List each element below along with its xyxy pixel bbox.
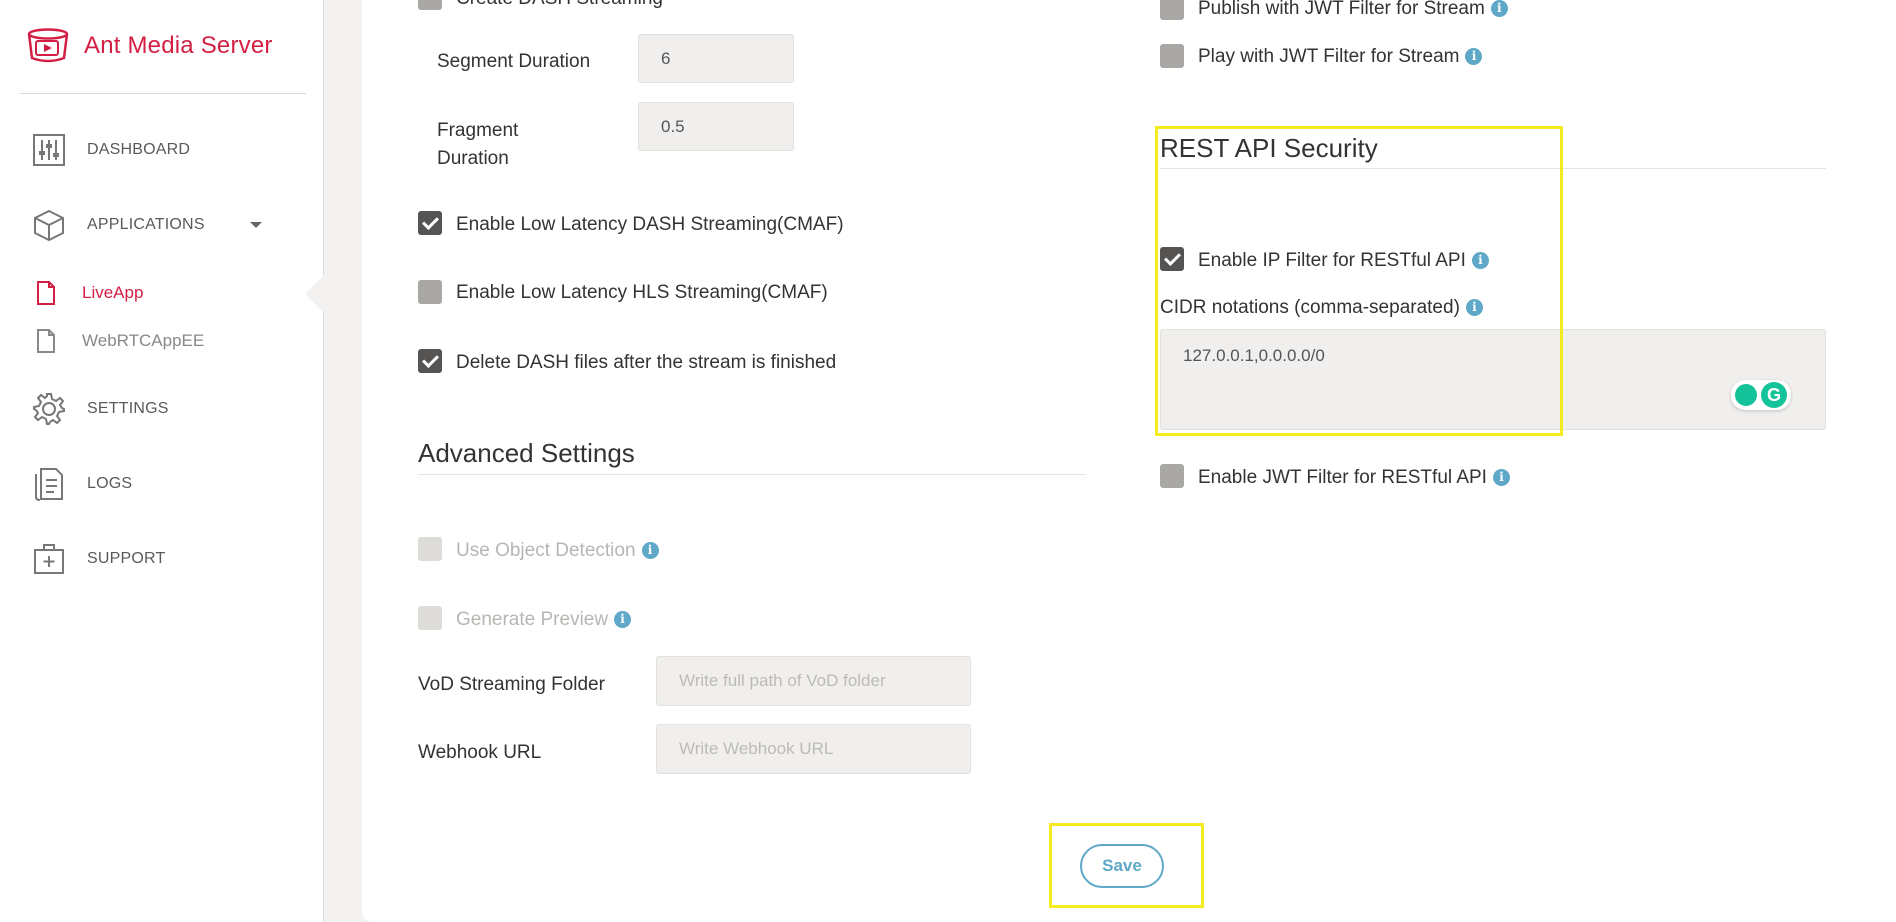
active-indicator	[305, 274, 325, 314]
box-icon	[30, 206, 68, 244]
fragment-duration-input[interactable]: 0.5	[638, 102, 794, 151]
sidebar-item-dashboard[interactable]: DASHBOARD	[30, 131, 190, 169]
brand-name: Ant Media Server	[84, 32, 273, 59]
vod-folder-input[interactable]: Write full path of VoD folder	[656, 656, 971, 706]
lightbulb-icon[interactable]	[1735, 384, 1757, 406]
app-item-liveapp[interactable]: LiveApp	[36, 281, 143, 305]
fragment-duration-label: Fragment Duration	[437, 117, 518, 173]
first-aid-icon	[30, 540, 68, 578]
sidebar: Ant Media Server DASHBOARD APPLICATIONS …	[0, 0, 325, 922]
sliders-icon	[30, 131, 68, 169]
segment-duration-input[interactable]: 6	[638, 34, 794, 83]
app-item-label: LiveApp	[82, 283, 144, 302]
sidebar-item-label: SUPPORT	[87, 550, 166, 567]
publish-jwt-checkbox[interactable]	[1160, 0, 1184, 20]
gear-icon	[30, 390, 68, 428]
ll-dash-checkbox[interactable]	[418, 211, 442, 235]
sidebar-divider	[20, 93, 306, 94]
brand[interactable]: Ant Media Server	[26, 28, 273, 64]
generate-preview-checkbox[interactable]	[418, 606, 442, 630]
create-dash-checkbox[interactable]	[418, 0, 442, 10]
object-detection-label: Use Object Detection	[456, 540, 636, 561]
object-detection-checkbox[interactable]	[418, 537, 442, 561]
vod-folder-label: VoD Streaming Folder	[418, 674, 605, 695]
section-divider	[418, 474, 1086, 475]
segment-duration-label: Segment Duration	[437, 51, 591, 72]
delete-dash-checkbox[interactable]	[418, 349, 442, 373]
grammarly-widget[interactable]: G	[1731, 380, 1791, 410]
object-detection-row: Use Object Detection i	[456, 540, 659, 562]
chevron-down-icon[interactable]	[250, 222, 262, 228]
app-item-webrtcappee[interactable]: WebRTCAppEE	[36, 329, 204, 353]
file-icon	[37, 329, 55, 353]
file-icon	[37, 281, 55, 305]
save-button[interactable]: Save	[1080, 844, 1164, 888]
publish-jwt-row: Publish with JWT Filter for Stream i	[1198, 0, 1508, 20]
logs-icon	[30, 465, 68, 503]
delete-dash-label: Delete DASH files after the stream is fi…	[456, 352, 837, 373]
ll-hls-checkbox[interactable]	[418, 280, 442, 304]
jwt-rest-row: Enable JWT Filter for RESTful API i	[1198, 467, 1510, 489]
play-jwt-checkbox[interactable]	[1160, 44, 1184, 68]
sidebar-item-logs[interactable]: LOGS	[30, 465, 132, 503]
jwt-rest-checkbox[interactable]	[1160, 464, 1184, 488]
sidebar-item-applications[interactable]: APPLICATIONS	[30, 206, 205, 244]
ll-dash-label: Enable Low Latency DASH Streaming(CMAF)	[456, 214, 844, 235]
sidebar-item-label: LOGS	[87, 475, 133, 492]
ant-media-logo-icon	[27, 28, 69, 63]
highlight-rest-api-security	[1155, 126, 1563, 436]
grammarly-icon[interactable]: G	[1761, 382, 1787, 408]
fragment-duration-label-line1: Fragment	[437, 120, 519, 141]
generate-preview-row: Generate Preview i	[456, 609, 632, 631]
webhook-url-input[interactable]: Write Webhook URL	[656, 724, 971, 774]
jwt-rest-label: Enable JWT Filter for RESTful API	[1198, 467, 1487, 488]
play-jwt-label: Play with JWT Filter for Stream	[1198, 46, 1460, 67]
sidebar-item-settings[interactable]: SETTINGS	[30, 390, 169, 428]
ll-hls-label: Enable Low Latency HLS Streaming(CMAF)	[456, 282, 828, 303]
play-jwt-row: Play with JWT Filter for Stream i	[1198, 46, 1483, 68]
info-icon[interactable]: i	[1492, 469, 1510, 487]
sidebar-item-support[interactable]: SUPPORT	[30, 540, 165, 578]
info-icon[interactable]: i	[1490, 0, 1508, 18]
info-icon[interactable]: i	[614, 611, 632, 629]
publish-jwt-label: Publish with JWT Filter for Stream	[1198, 0, 1485, 19]
sidebar-item-label: APPLICATIONS	[87, 216, 205, 233]
info-icon[interactable]: i	[641, 542, 659, 560]
fragment-duration-label-line2: Duration	[437, 148, 509, 169]
create-dash-label: Create DASH Streaming	[456, 0, 663, 10]
info-icon[interactable]: i	[1465, 48, 1483, 66]
sidebar-item-label: SETTINGS	[87, 400, 169, 417]
advanced-settings-title: Advanced Settings	[418, 438, 635, 468]
generate-preview-label: Generate Preview	[456, 609, 609, 630]
app-item-label: WebRTCAppEE	[82, 331, 205, 350]
webhook-url-label: Webhook URL	[418, 742, 542, 763]
sidebar-item-label: DASHBOARD	[87, 141, 191, 158]
